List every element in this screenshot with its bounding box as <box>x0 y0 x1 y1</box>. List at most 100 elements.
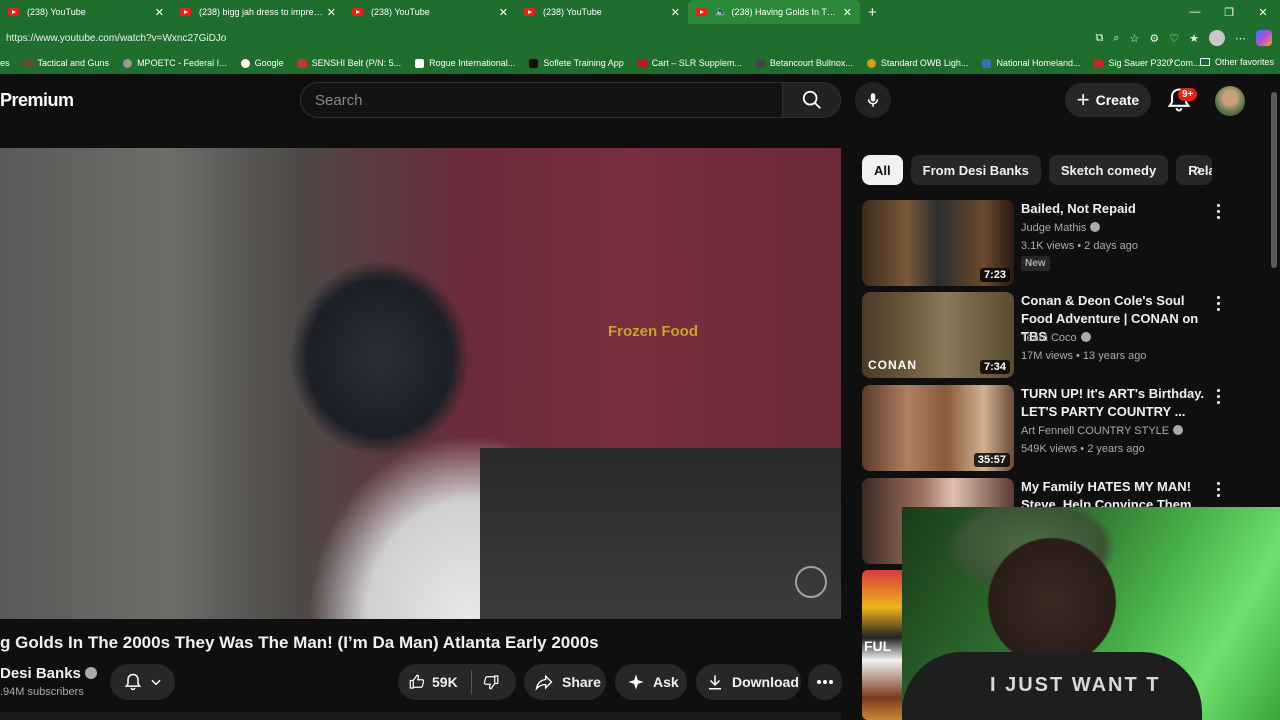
more-options-icon[interactable]: ⋯ <box>1235 32 1246 45</box>
share-button[interactable]: Share <box>524 664 606 700</box>
browser-tab[interactable]: (238) YouTube ✕ <box>344 0 516 24</box>
create-button[interactable]: + Create <box>1065 83 1151 117</box>
page-scrollbar[interactable] <box>1271 92 1277 268</box>
voice-search-button[interactable] <box>855 82 891 118</box>
bookmark-item[interactable]: Standard OWB Ligh... <box>866 58 968 68</box>
close-tab-icon[interactable]: ✕ <box>155 6 164 19</box>
close-tab-icon[interactable]: ✕ <box>499 6 508 19</box>
zoom-icon[interactable]: ⌕ <box>1113 32 1119 45</box>
like-count: 59K <box>432 674 458 690</box>
folder-icon <box>23 58 33 68</box>
search-box[interactable] <box>300 82 783 118</box>
close-tab-icon[interactable]: ✕ <box>327 6 336 19</box>
extensions-icon[interactable]: ⚙ <box>1149 32 1159 45</box>
more-vertical-icon[interactable] <box>1214 387 1222 405</box>
bookmark-label: Rogue International... <box>429 58 516 68</box>
recommendation-title[interactable]: Bailed, Not Repaid <box>1021 200 1211 218</box>
bookmark-item[interactable]: Rogue International... <box>415 58 515 68</box>
partial-thumbnail[interactable]: FUL <box>862 570 902 720</box>
recommendation-item[interactable]: CONAN 7:34 Conan & Deon Cole's Soul Food… <box>862 292 1262 378</box>
other-favorites-label: Other favorites <box>1215 57 1275 67</box>
tab-title: (238) YouTube <box>543 7 602 17</box>
channel-watermark-icon[interactable] <box>795 566 827 598</box>
channel-name-text: Desi Banks <box>0 665 81 682</box>
create-label: Create <box>1095 92 1140 108</box>
recommendation-channel[interactable]: Judge Mathis <box>1021 222 1101 234</box>
video-thumbnail[interactable]: CONAN 7:34 <box>862 292 1014 378</box>
more-vertical-icon[interactable] <box>1214 294 1222 312</box>
betancourt-icon <box>755 58 765 68</box>
bookmark-item[interactable]: MPOETC - Federal I... <box>123 58 227 68</box>
copilot-icon[interactable] <box>1256 30 1272 46</box>
search-icon <box>802 90 821 109</box>
app-available-icon[interactable]: ⧉ <box>1095 32 1103 45</box>
bookmark-item[interactable]: SENSHI Belt (P/N: 5... <box>297 58 402 68</box>
browser-tab[interactable]: (238) YouTube ✕ <box>516 0 688 24</box>
close-tab-icon[interactable]: ✕ <box>671 6 680 19</box>
ask-label: Ask <box>653 674 679 690</box>
bookmark-item[interactable]: National Homeland... <box>982 58 1080 68</box>
chip-from-channel[interactable]: From Desi Banks <box>910 155 1041 185</box>
profile-icon[interactable] <box>1209 30 1225 46</box>
bookmark-label: SENSHI Belt (P/N: 5... <box>311 58 402 68</box>
more-actions-button[interactable] <box>808 664 842 700</box>
bookmark-item[interactable]: Tactical and Guns <box>23 58 109 68</box>
subscription-notifications-button[interactable] <box>110 664 175 700</box>
chevron-right-icon[interactable]: › <box>1170 55 1174 67</box>
download-button[interactable]: Download <box>696 664 801 700</box>
bookmark-item[interactable]: es <box>0 58 10 68</box>
restore-icon[interactable]: ❐ <box>1212 6 1246 19</box>
address-bar-icons: ⧉ ⌕ ☆ ⚙ ♡ ★ ⋯ <box>1095 24 1272 52</box>
bookmark-item[interactable]: Betancourt Bullnox... <box>755 58 853 68</box>
new-tab-icon[interactable]: + <box>868 4 877 21</box>
chevron-right-icon[interactable]: › <box>1196 161 1201 179</box>
favorites-icon[interactable]: ★ <box>1189 32 1199 45</box>
recommendation-channel[interactable]: Art Fennell COUNTRY STYLE <box>1021 425 1184 437</box>
video-thumbnail[interactable]: 7:23 <box>862 200 1014 286</box>
more-vertical-icon[interactable] <box>1214 202 1222 220</box>
bookmark-item[interactable]: Cart – SLR Supplem... <box>637 58 742 68</box>
youtube-logo[interactable]: Premium <box>0 90 74 111</box>
subscriber-count: .94M subscribers <box>0 686 84 698</box>
search-button[interactable] <box>783 82 841 118</box>
like-button[interactable]: 59K <box>398 670 472 694</box>
ask-button[interactable]: Ask <box>615 664 687 700</box>
browser-essentials-icon[interactable]: ♡ <box>1169 32 1179 45</box>
favorite-star-icon[interactable]: ☆ <box>1130 32 1140 45</box>
recommendation-item[interactable]: 35:57 TURN UP! It's ART's Birthday. LET'… <box>862 385 1262 471</box>
chip-related[interactable]: Rela <box>1176 155 1213 185</box>
recommendation-meta: 17M views • 13 years ago <box>1021 350 1147 362</box>
url-field[interactable]: https://www.youtube.com/watch?v=Wxnc27Gi… <box>6 33 226 44</box>
browser-tab[interactable]: (238) YouTube ✕ <box>0 0 172 24</box>
dislike-button[interactable] <box>472 673 500 691</box>
close-tab-icon[interactable]: ✕ <box>843 6 852 19</box>
user-avatar[interactable] <box>1215 86 1245 116</box>
other-favorites[interactable]: Other favorites <box>1200 57 1274 67</box>
bookmark-item[interactable]: Soflete Training App <box>529 58 624 68</box>
minimize-icon[interactable]: — <box>1178 6 1212 18</box>
chip-all[interactable]: All <box>862 155 903 185</box>
video-thumbnail[interactable]: 35:57 <box>862 385 1014 471</box>
soflete-icon <box>529 58 539 68</box>
channel-name[interactable]: Desi Banks <box>0 665 97 682</box>
recommendation-item[interactable]: 7:23 Bailed, Not Repaid Judge Mathis 3.1… <box>862 200 1262 286</box>
bookmark-item[interactable]: Sig Sauer P320 Com... <box>1094 58 1201 68</box>
search-input[interactable] <box>315 91 782 109</box>
speaker-icon[interactable]: 🔈 <box>715 7 727 18</box>
bookmarks-bar: es Tactical and Guns MPOETC - Federal I.… <box>0 52 1280 74</box>
recommendation-item[interactable]: My Family HATES MY MAN! Steve, Help Conv… <box>862 478 1262 564</box>
recommendation-title[interactable]: My Family HATES MY MAN! Steve, Help Conv… <box>1021 478 1211 508</box>
recommendation-channel[interactable]: Team Coco <box>1021 332 1091 344</box>
close-window-icon[interactable]: ✕ <box>1246 6 1280 19</box>
browser-tab-active[interactable]: 🔈 (238) Having Golds In The 20 ✕ <box>688 0 860 24</box>
bookmark-item[interactable]: Google <box>240 58 284 68</box>
chip-sketch-comedy[interactable]: Sketch comedy <box>1048 155 1169 185</box>
duration-badge: 7:34 <box>979 360 1010 374</box>
thumbnail-overlay-text: CONAN <box>868 358 917 372</box>
browser-tab[interactable]: (238) bigg jah dress to impress - Y ✕ <box>172 0 344 24</box>
video-player[interactable]: Frozen Food <box>0 148 841 619</box>
more-vertical-icon[interactable] <box>1214 480 1222 498</box>
thumbs-up-icon <box>409 674 425 689</box>
recommendation-title[interactable]: TURN UP! It's ART's Birthday. LET'S PART… <box>1021 385 1211 421</box>
globe-icon <box>123 58 133 68</box>
